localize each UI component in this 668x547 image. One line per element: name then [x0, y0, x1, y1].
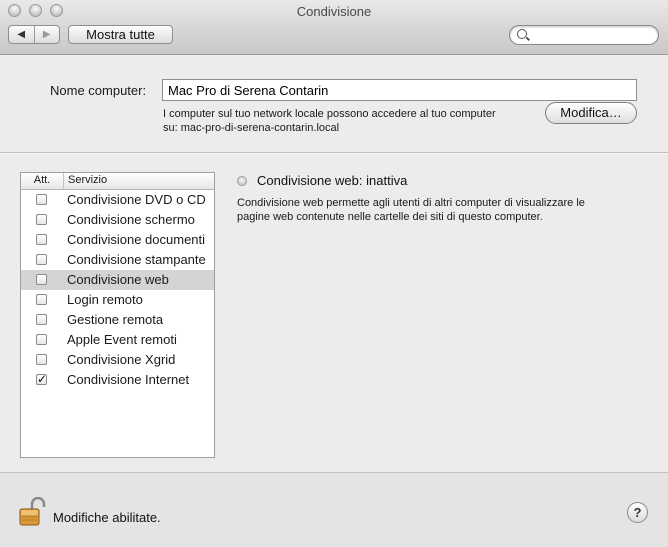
service-list[interactable]: Att. Servizio Condivisione DVD o CD Condi… [20, 172, 215, 458]
service-list-header: Att. Servizio [21, 173, 214, 190]
service-label: Condivisione stampante [67, 252, 206, 267]
service-checkbox[interactable] [36, 234, 47, 245]
service-row[interactable]: Condivisione DVD o CD [21, 190, 214, 210]
service-rows: Condivisione DVD o CD Condivisione scherm… [21, 190, 214, 390]
computer-address-description: I computer sul tuo network locale posson… [163, 107, 538, 135]
show-all-button[interactable]: Mostra tutte [68, 25, 173, 44]
service-row[interactable]: Gestione remota [21, 310, 214, 330]
back-arrow-icon[interactable]: ◀ [9, 26, 35, 43]
service-description-line: Condivisione web permette agli utenti di… [237, 197, 585, 209]
forward-arrow-icon[interactable]: ▶ [35, 26, 60, 43]
title-toolbar: Condivisione ◀ ▶ Mostra tutte [0, 0, 668, 55]
service-label: Condivisione Xgrid [67, 352, 176, 367]
service-checkbox[interactable] [36, 314, 47, 325]
service-checkbox[interactable] [36, 194, 47, 205]
service-checkbox[interactable]: ✓ [36, 373, 47, 385]
service-checkbox[interactable] [36, 214, 47, 225]
service-row[interactable]: Condivisione web [21, 270, 214, 290]
service-label: Login remoto [67, 292, 143, 307]
service-checkbox[interactable] [36, 334, 47, 345]
service-checkbox[interactable] [36, 294, 47, 305]
service-checkbox[interactable] [36, 254, 47, 265]
column-header-on[interactable]: Att. [21, 173, 64, 189]
service-label: Condivisione documenti [67, 232, 206, 247]
service-label: Condivisione Internet [67, 372, 190, 387]
service-checkbox[interactable] [36, 354, 47, 365]
help-button[interactable]: ? [627, 502, 648, 523]
service-row[interactable]: Condivisione schermo [21, 210, 214, 230]
address-description-line: I computer sul tuo network locale posson… [163, 108, 496, 120]
column-header-service[interactable]: Servizio [68, 173, 107, 188]
service-label: Condivisione schermo [67, 212, 195, 227]
edit-name-button[interactable]: Modifica… [545, 102, 637, 124]
service-row[interactable]: Condivisione stampante [21, 250, 214, 270]
window-title: Condivisione [296, 4, 372, 19]
service-description: Condivisione web permette agli utenti di… [237, 196, 637, 224]
service-checkbox[interactable] [36, 274, 47, 285]
section-divider-highlight [0, 153, 668, 154]
service-label: Condivisione web [67, 272, 169, 287]
service-status: Condivisione web: inattiva [257, 173, 408, 188]
service-row[interactable]: ✓ Condivisione Internet [21, 370, 214, 390]
service-row[interactable]: Apple Event remoti [21, 330, 214, 350]
service-label: Gestione remota [67, 312, 164, 327]
service-row[interactable]: Condivisione Xgrid [21, 350, 214, 370]
service-row[interactable]: Condivisione documenti [21, 230, 214, 250]
address-hostname-line: su: mac-pro-di-serena-contarin.local [163, 122, 340, 134]
status-indicator-icon [237, 176, 247, 186]
computer-name-label: Nome computer: [50, 83, 147, 98]
back-forward-control: ◀ ▶ [8, 25, 60, 44]
computer-name-field[interactable]: Mac Pro di Serena Contarin [162, 79, 637, 101]
service-row[interactable]: Login remoto [21, 290, 214, 310]
search-input[interactable] [532, 27, 654, 44]
service-label: Apple Event remoti [67, 332, 177, 347]
search-icon [517, 29, 527, 39]
lock-status-text: Modifiche abilitate. [53, 510, 161, 525]
service-description-line: pagine web contenute nelle cartelle dei … [237, 211, 543, 223]
search-field[interactable] [509, 25, 659, 45]
service-label: Condivisione DVD o CD [67, 192, 206, 207]
lock-icon[interactable] [19, 496, 46, 527]
